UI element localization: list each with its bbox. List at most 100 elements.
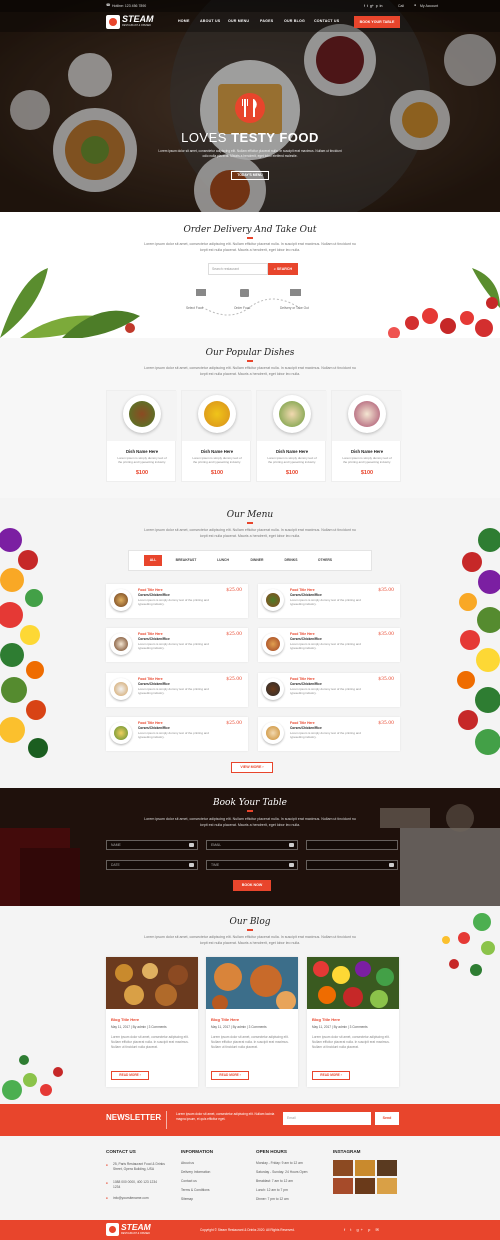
book-now-button[interactable]: BOOK NOW [233, 880, 271, 891]
guests-input[interactable] [306, 840, 398, 850]
email-input[interactable]: EMAIL [206, 840, 298, 850]
phone-input[interactable] [306, 860, 398, 870]
social-links-footer[interactable]: f t g+ p ✉ [344, 1227, 381, 1232]
footer-link-terms[interactable]: Terms & Conditions [181, 1188, 210, 1192]
tab-lunch[interactable]: LUNCH [212, 555, 234, 566]
menu-item[interactable]: Food Title Here Corses/Chicken/Rice Lorem … [258, 717, 400, 751]
chevron-right-icon: › [262, 765, 264, 769]
instagram-photo[interactable] [377, 1160, 397, 1176]
instagram-photo[interactable] [355, 1178, 375, 1194]
nav-about[interactable]: ABOUT US [200, 19, 220, 23]
book-table-button[interactable]: BOOK YOUR TABLE [354, 16, 400, 28]
left-salad-decoration [2, 1055, 63, 1100]
my-account-link[interactable]: My Account [420, 4, 438, 8]
user-icon: ● [414, 3, 417, 7]
menu-text: Lorem ipsum dolor sit amet, consectetur … [144, 528, 356, 538]
call-link[interactable]: Cali [398, 4, 404, 8]
read-more-button[interactable]: READ MORE › [111, 1071, 149, 1080]
footer-brand-name[interactable]: STEAM [121, 1222, 151, 1232]
dish-card[interactable]: Dish Name Here Lorem ipsum is simply dum… [331, 390, 402, 482]
newsletter-email-input[interactable]: Email [283, 1112, 371, 1125]
menu-item[interactable]: Food Title Here Corses/Chicken/Rice Lorem … [106, 584, 248, 618]
menu-item[interactable]: Food Title Here Corses/Chicken/Rice Lorem … [258, 584, 400, 618]
dish-card[interactable]: Dish Name Here Lorem ipsum is simply dum… [181, 390, 252, 482]
footer-link-sitemap[interactable]: Sitemap [181, 1197, 193, 1201]
blog-card[interactable]: Blog Title Here May 11, 2017 | By admin … [106, 957, 198, 1087]
menu-item-sub: Corses/Chicken/Rice [138, 682, 170, 686]
todays-menu-button[interactable]: TODAY'S MENU [231, 171, 269, 180]
tab-others[interactable]: OTHERS [314, 555, 336, 566]
brand-name[interactable]: STEAM [122, 14, 154, 24]
search-restaurant-input[interactable]: Search restaurant [208, 263, 268, 275]
footer-link-contact[interactable]: Contact us [181, 1179, 197, 1183]
search-button[interactable]: ⌕ SEARCH [268, 263, 298, 275]
menu-item[interactable]: Food Title Here Corses/Chicken/Rice Lorem … [258, 628, 400, 662]
menu-item-title: Food Title Here [290, 588, 315, 592]
menu-item-title: Food Title Here [138, 721, 163, 725]
brand-tagline: RESTAURANT & OPENED [122, 24, 152, 27]
nav-home[interactable]: HOME [178, 19, 190, 23]
blog-post-title[interactable]: Blog Title Here [312, 1017, 340, 1022]
blog-post-title[interactable]: Blog Title Here [211, 1017, 239, 1022]
instagram-photo[interactable] [355, 1160, 375, 1176]
footer-link-about[interactable]: About us [181, 1161, 194, 1165]
nav-our-blog[interactable]: OUR BLOG [284, 19, 305, 23]
menu-item-title: Food Title Here [290, 721, 315, 725]
hero-text: Lorem ipsum dolor sit amet, consectetur … [158, 149, 342, 158]
menu-item-desc: Lorem ipsum is simply dummy text of the … [138, 598, 209, 607]
tab-all[interactable]: ALL [144, 555, 162, 566]
dish-card[interactable]: Dish Name Here Lorem ipsum is simply dum… [106, 390, 177, 482]
dish-name: Dish Name Here [350, 449, 384, 454]
title-divider [247, 237, 253, 239]
instagram-photo[interactable] [377, 1178, 397, 1194]
delivery-truck-icon [290, 289, 301, 296]
time-input[interactable]: TIME [206, 860, 298, 870]
nav-pages[interactable]: PAGES [260, 19, 273, 23]
footer-email[interactable]: info@yoursitename.com [113, 1196, 149, 1200]
nav-our-menu[interactable]: OUR MENU [228, 19, 249, 23]
read-more-button[interactable]: READ MORE › [312, 1071, 350, 1080]
menu-item[interactable]: Food Title Here Corses/Chicken/Rice Lorem … [106, 717, 248, 751]
blog-post-desc: Lorem ipsum dolor sit amet, consectetur … [312, 1035, 390, 1049]
menu-item-price: $35.00 [378, 632, 394, 637]
read-more-button[interactable]: READ MORE › [211, 1071, 249, 1080]
newsletter-send-button[interactable]: Send [375, 1112, 399, 1125]
menu-item-desc: Lorem ipsum is simply dummy text of the … [138, 687, 209, 696]
menu-item-title: Food Title Here [138, 632, 163, 636]
popular-text: Lorem ipsum dolor sit amet, consectetur … [144, 366, 356, 376]
tab-drinks[interactable]: DRINKS [280, 555, 302, 566]
dish-desc: Lorem ipsum is simply dummy text of the … [342, 456, 392, 464]
menu-item-image [114, 682, 128, 696]
view-more-button[interactable]: VIEW MORE › [231, 762, 273, 773]
menu-item-image [114, 726, 128, 740]
menu-item[interactable]: Food Title Here Corses/Chicken/Rice Lorem … [258, 673, 400, 707]
blog-post-title[interactable]: Blog Title Here [111, 1017, 139, 1022]
name-input[interactable]: NAME [106, 840, 198, 850]
menu-item[interactable]: Food Title Here Corses/Chicken/Rice Lorem … [106, 673, 248, 707]
social-links-top[interactable]: f t g+ p in [364, 4, 382, 8]
menu-item[interactable]: Food Title Here Corses/Chicken/Rice Lorem … [106, 628, 248, 662]
footer-hours-title: OPEN HOURS [256, 1149, 287, 1154]
dish-price: $100 [360, 470, 374, 476]
menu-item-image [266, 593, 280, 607]
tab-breakfast[interactable]: BREAKFAST [172, 555, 200, 566]
dish-card[interactable]: Dish Name Here Lorem ipsum is simply dum… [256, 390, 327, 482]
hero-fork-knife-icon [235, 93, 265, 123]
instagram-photo[interactable] [333, 1160, 353, 1176]
menu-item-price: $35.00 [378, 588, 394, 593]
menu-item-image [266, 726, 280, 740]
dish-desc: Lorem ipsum is simply dummy text of the … [267, 456, 317, 464]
hours-row: Saturday - Sunday: 24 Hours Open [256, 1170, 308, 1174]
blog-image [106, 957, 198, 1009]
blog-card[interactable]: Blog Title Here May 11, 2017 | By admin … [307, 957, 399, 1087]
blog-card[interactable]: Blog Title Here May 11, 2017 | By admin … [206, 957, 298, 1087]
menu-item-sub: Corses/Chicken/Rice [138, 593, 170, 597]
footer [0, 1136, 500, 1220]
tab-dinner[interactable]: DINNER [246, 555, 268, 566]
hero-title: LOVES TESTY FOOD [181, 130, 319, 145]
nav-contact[interactable]: CONTACT US [314, 19, 339, 23]
footer-link-delivery[interactable]: Delivery Information [181, 1170, 210, 1174]
date-input[interactable]: DATE [106, 860, 198, 870]
blog-image [206, 957, 298, 1009]
instagram-photo[interactable] [333, 1178, 353, 1194]
